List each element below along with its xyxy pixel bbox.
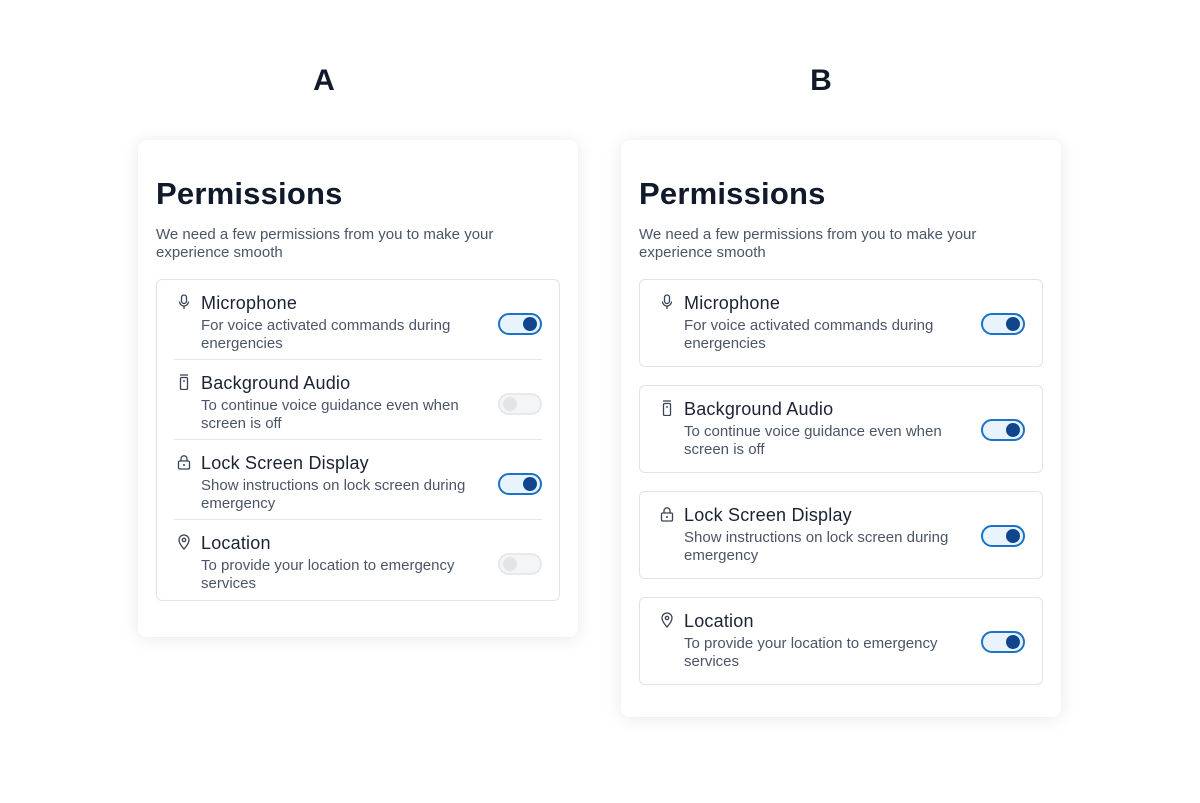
permission-row-lock-screen: Lock Screen Display Show instructions on… [639, 491, 1043, 579]
permission-description: Show instructions on lock screen during … [201, 477, 466, 512]
toggle-knob [523, 317, 537, 331]
toggle-knob [1006, 635, 1020, 649]
permission-row-background-audio: Background Audio To continue voice guida… [174, 360, 542, 440]
microphone-icon [661, 294, 673, 309]
permission-name: Microphone [201, 293, 298, 313]
toggle-knob [503, 397, 517, 411]
permission-name: Microphone [684, 293, 781, 313]
permission-description: Show instructions on lock screen during … [684, 529, 949, 564]
toggle-knob [523, 477, 537, 491]
permissions-card-b: Permissions We need a few permissions fr… [621, 140, 1061, 717]
page-title: Permissions [156, 176, 343, 211]
speaker-icon [179, 374, 189, 390]
permissions-card-a: Permissions We need a few permissions fr… [138, 140, 578, 637]
permission-name: Background Audio [684, 399, 834, 419]
microphone-toggle[interactable] [981, 313, 1025, 335]
permission-name: Lock Screen Display [684, 505, 852, 525]
permission-row-lock-screen: Lock Screen Display Show instructions on… [174, 440, 542, 520]
permission-description: To continue voice guidance even when scr… [201, 397, 459, 432]
permission-name: Lock Screen Display [201, 453, 369, 473]
permission-description: To continue voice guidance even when scr… [684, 423, 942, 458]
toggle-knob [1006, 529, 1020, 543]
variant-label-a: A [313, 64, 335, 97]
background-audio-toggle[interactable] [981, 419, 1025, 441]
page-subtitle: We need a few permissions from you to ma… [639, 226, 977, 261]
lock-screen-toggle[interactable] [498, 473, 542, 495]
permissions-list: Microphone For voice activated commands … [639, 279, 1043, 685]
permission-row-microphone: Microphone For voice activated commands … [639, 279, 1043, 367]
background-audio-toggle[interactable] [498, 393, 542, 415]
microphone-icon [178, 294, 190, 309]
location-toggle[interactable] [981, 631, 1025, 653]
lock-icon [660, 507, 674, 522]
permission-name: Background Audio [201, 373, 351, 393]
variant-label-b: B [810, 64, 832, 97]
page-title: Permissions [639, 176, 826, 211]
location-pin-icon [661, 612, 673, 628]
permission-row-background-audio: Background Audio To continue voice guida… [639, 385, 1043, 473]
permission-description: For voice activated commands during ener… [684, 317, 934, 352]
permission-name: Location [684, 611, 754, 631]
permission-description: For voice activated commands during ener… [201, 317, 451, 352]
lock-icon [177, 455, 191, 470]
toggle-knob [1006, 423, 1020, 437]
permissions-list: Microphone For voice activated commands … [156, 279, 560, 601]
permission-description: To provide your location to emergency se… [201, 557, 455, 592]
page-subtitle: We need a few permissions from you to ma… [156, 226, 494, 261]
permission-name: Location [201, 533, 271, 553]
permission-description: To provide your location to emergency se… [684, 635, 938, 670]
microphone-toggle[interactable] [498, 313, 542, 335]
lock-screen-toggle[interactable] [981, 525, 1025, 547]
toggle-knob [1006, 317, 1020, 331]
location-pin-icon [178, 534, 190, 550]
permission-row-microphone: Microphone For voice activated commands … [174, 280, 542, 360]
permission-row-location: Location To provide your location to eme… [639, 597, 1043, 685]
location-toggle[interactable] [498, 553, 542, 575]
toggle-knob [503, 557, 517, 571]
speaker-icon [662, 400, 672, 416]
permission-row-location: Location To provide your location to eme… [174, 520, 542, 600]
